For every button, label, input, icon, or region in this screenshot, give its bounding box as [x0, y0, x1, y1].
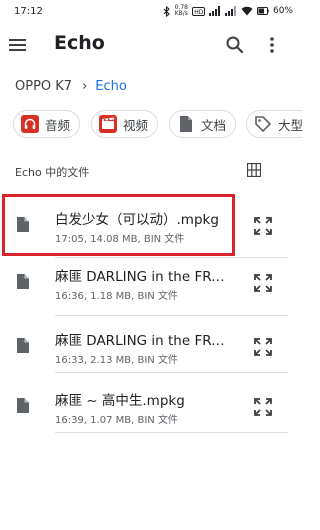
- movie-icon: [99, 115, 117, 133]
- signal-icon-2: [224, 6, 236, 16]
- network-speed: 0.78 KB/s: [174, 4, 188, 17]
- expand-icon[interactable]: [253, 216, 273, 236]
- more-options-icon[interactable]: [264, 35, 280, 55]
- file-icon: [17, 398, 29, 413]
- tag-icon: [254, 115, 272, 133]
- chip-label: 大型: [278, 117, 303, 133]
- expand-icon[interactable]: [253, 337, 273, 357]
- category-chips: 音频 视频 文档 大型: [13, 110, 303, 140]
- headphones-icon: [21, 115, 39, 133]
- status-bar: 17:12 0.78 KB/s HD 60%: [0, 0, 303, 22]
- status-icons: 0.78 KB/s HD 60%: [163, 5, 293, 17]
- chip-documents[interactable]: 文档: [169, 110, 237, 138]
- file-meta: 16:36, 1.18 MB, BIN 文件: [55, 291, 178, 302]
- bluetooth-icon: [163, 5, 170, 17]
- app-title: Echo: [54, 32, 105, 54]
- battery-icon: [256, 7, 269, 15]
- file-icon: [17, 217, 29, 232]
- file-name: 麻匪 DARLING in the FRANXX.mpkg: [55, 333, 227, 349]
- file-name: 白发少女（可以动）.mpkg: [55, 212, 219, 228]
- grid-view-icon[interactable]: [247, 163, 261, 177]
- file-meta: 16:39, 1.07 MB, BIN 文件: [55, 415, 178, 426]
- section-title: Echo 中的文件: [15, 166, 90, 179]
- chip-label: 文档: [201, 117, 227, 133]
- search-icon[interactable]: [225, 35, 245, 55]
- file-icon: [17, 338, 29, 353]
- file-row[interactable]: 白发少女（可以动）.mpkg 17:05, 14.08 MB, BIN 文件: [3, 193, 288, 257]
- hd-icon: HD: [191, 6, 205, 16]
- divider: [55, 432, 288, 433]
- svg-text:HD: HD: [194, 9, 204, 16]
- app-bar: Echo: [0, 26, 303, 66]
- status-time: 17:12: [14, 5, 43, 17]
- wifi-icon: [241, 6, 253, 16]
- chip-large[interactable]: 大型: [246, 110, 303, 138]
- file-meta: 16:33, 2.13 MB, BIN 文件: [55, 355, 178, 366]
- chip-audio[interactable]: 音频: [13, 110, 81, 138]
- file-row[interactable]: 麻匪 DARLING in the FRANXX.mpkg 16:36, 1.1…: [3, 250, 288, 314]
- breadcrumb: OPPO K7 › Echo: [15, 76, 127, 96]
- menu-icon[interactable]: [9, 36, 27, 54]
- chevron-right-icon: ›: [82, 78, 88, 94]
- file-row[interactable]: 麻匪 ~ 高中生.mpkg 16:39, 1.07 MB, BIN 文件: [3, 374, 288, 438]
- file-name: 麻匪 ~ 高中生.mpkg: [55, 393, 185, 409]
- signal-icon: [208, 6, 220, 16]
- divider: [55, 372, 288, 373]
- chip-label: 音频: [45, 117, 71, 133]
- breadcrumb-current[interactable]: Echo: [95, 79, 127, 94]
- file-icon: [17, 274, 29, 289]
- file-meta: 17:05, 14.08 MB, BIN 文件: [55, 234, 185, 245]
- expand-icon[interactable]: [253, 397, 273, 417]
- battery-level: 60%: [272, 6, 293, 16]
- document-icon: [177, 115, 195, 133]
- file-name: 麻匪 DARLING in the FRANXX.mpkg: [55, 269, 227, 285]
- chip-video[interactable]: 视频: [91, 110, 159, 138]
- chip-label: 视频: [123, 117, 149, 133]
- breadcrumb-root[interactable]: OPPO K7: [15, 79, 72, 94]
- file-row[interactable]: 麻匪 DARLING in the FRANXX.mpkg 16:33, 2.1…: [3, 314, 288, 378]
- expand-icon[interactable]: [253, 273, 273, 293]
